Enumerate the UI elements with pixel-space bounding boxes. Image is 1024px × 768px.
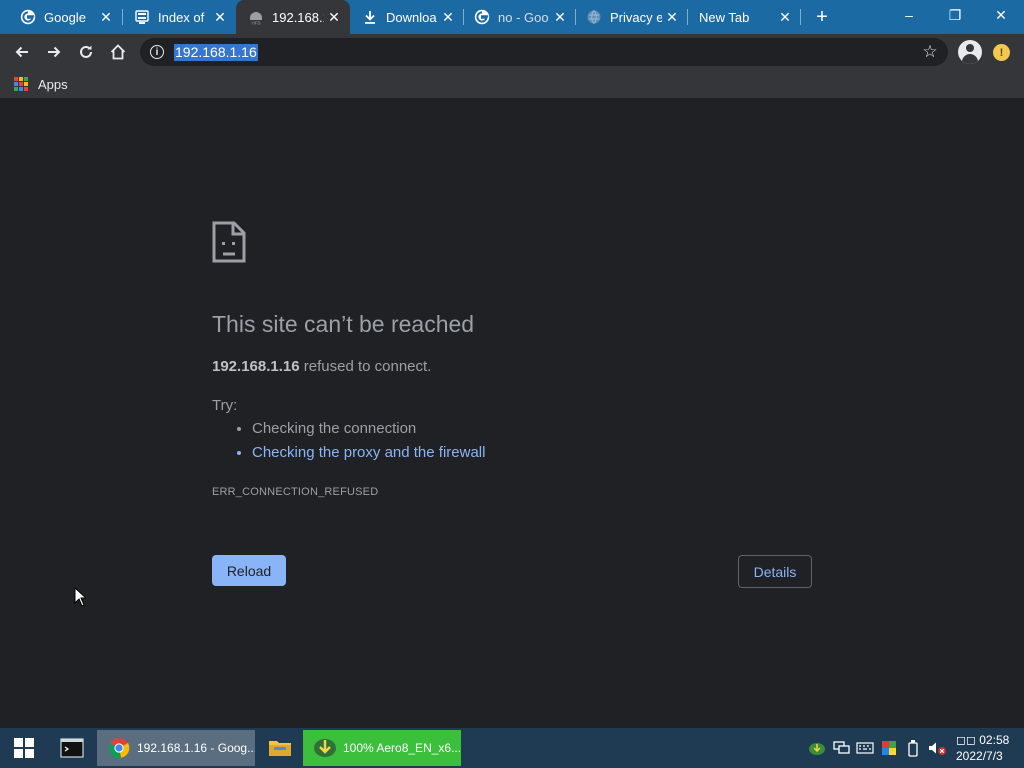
- tab-no-google[interactable]: no - Goo ✕: [454, 0, 576, 34]
- chrome-taskbar-button[interactable]: 192.168.1.16 - Goog...: [97, 730, 255, 766]
- site-info-icon[interactable]: i: [150, 45, 164, 59]
- details-button[interactable]: Details: [738, 555, 812, 588]
- error-summary: 192.168.1.16 refused to connect.: [212, 358, 431, 375]
- terminal-taskbar-button[interactable]: [48, 728, 96, 768]
- tab-title: Google: [44, 9, 86, 25]
- tab-192-168-1-16[interactable]: HFS 192.168.1 ✕: [236, 0, 350, 34]
- taskbar: 192.168.1.16 - Goog... 100% Aero8_EN_x6.…: [0, 728, 1024, 768]
- start-button[interactable]: [0, 728, 48, 768]
- home-button[interactable]: [102, 36, 134, 68]
- tab-close-icon[interactable]: ✕: [775, 7, 795, 27]
- tab-title: Index of: [158, 9, 205, 25]
- network-tray-icon[interactable]: [805, 728, 829, 768]
- tab-privacy[interactable]: Privacy e ✕: [566, 0, 688, 34]
- google-icon: [474, 9, 490, 25]
- reload-page-button[interactable]: [70, 36, 102, 68]
- tab-downloads[interactable]: Downloa ✕: [342, 0, 464, 34]
- tab-index-of[interactable]: Index of ✕: [114, 0, 236, 34]
- suggestions-list: Checking the connection Checking the pro…: [234, 420, 485, 468]
- suggestion-check-proxy-link[interactable]: Checking the proxy and the firewall: [252, 444, 485, 462]
- tab-title: 192.168.1: [272, 9, 324, 25]
- arrow-right-icon: [48, 46, 61, 58]
- address-bar-url[interactable]: 192.168.1.16: [174, 44, 258, 61]
- restore-button[interactable]: ❐: [932, 0, 978, 30]
- idm-download-icon: [313, 736, 337, 760]
- idm-taskbar-button[interactable]: 100% Aero8_EN_x6...: [303, 730, 461, 766]
- color-picker-icon[interactable]: [877, 728, 901, 768]
- home-icon: [110, 44, 126, 60]
- tab-new-tab[interactable]: New Tab ✕: [679, 0, 801, 34]
- error-page: This site can’t be reached 192.168.1.16 …: [0, 98, 1024, 728]
- browser-toolbar: i 192.168.1.16 ☆ !: [0, 34, 1024, 70]
- tab-close-icon[interactable]: ✕: [96, 7, 116, 27]
- google-icon: [20, 9, 36, 25]
- back-button[interactable]: [6, 36, 38, 68]
- refresh-icon: [80, 45, 92, 58]
- tab-strip: Google ✕ Index of ✕ HFS 192.168.1 ✕ Down…: [0, 0, 1024, 34]
- idm-taskbar-label: 100% Aero8_EN_x6...: [343, 741, 461, 755]
- apps-label: Apps: [38, 76, 68, 92]
- tab-google[interactable]: Google ✕: [0, 0, 122, 34]
- error-heading: This site can’t be reached: [212, 311, 475, 337]
- tab-title: Privacy e: [610, 9, 662, 25]
- clock-date: 2022/7/3: [956, 749, 1003, 763]
- download-icon: [362, 9, 378, 25]
- tab-close-icon[interactable]: ✕: [210, 7, 230, 27]
- tab-title: Downloa: [386, 9, 437, 25]
- clock-time: ◻◻ 02:58: [956, 733, 1010, 747]
- chrome-icon: [107, 736, 131, 760]
- error-code: ERR_CONNECTION_REFUSED: [212, 486, 379, 498]
- file-explorer-taskbar-button[interactable]: [256, 728, 304, 768]
- hfs-server-icon: HFS: [248, 9, 264, 25]
- terminal-icon: [60, 738, 84, 758]
- folder-icon: [269, 741, 291, 756]
- try-label: Try:: [212, 397, 238, 414]
- sad-page-icon: [212, 221, 246, 263]
- keyboard-icon[interactable]: [853, 728, 877, 768]
- network-connection-icon[interactable]: [829, 728, 853, 768]
- new-tab-button[interactable]: +: [810, 5, 834, 29]
- minimize-button[interactable]: –: [886, 0, 932, 30]
- bookmarks-bar: Apps: [0, 70, 1024, 98]
- mouse-cursor-icon: [74, 587, 86, 607]
- svg-text:HFS: HFS: [252, 21, 261, 26]
- windows-logo-icon: [14, 738, 34, 758]
- volume-muted-icon[interactable]: [925, 728, 949, 768]
- system-clock[interactable]: ◻◻ 02:58 2022/7/3: [956, 732, 1020, 764]
- arrow-left-icon: [15, 46, 28, 58]
- apps-grid-icon: [14, 77, 28, 91]
- omnibox[interactable]: i 192.168.1.16 ☆: [140, 38, 948, 66]
- forward-button[interactable]: [38, 36, 70, 68]
- tab-separator: [800, 9, 801, 25]
- hfs-server-icon: [134, 9, 150, 25]
- tab-close-icon[interactable]: ✕: [324, 7, 344, 27]
- close-window-button[interactable]: ✕: [978, 0, 1024, 30]
- error-host: 192.168.1.16: [212, 358, 300, 375]
- chrome-taskbar-label: 192.168.1.16 - Goog...: [137, 741, 255, 755]
- globe-icon: [586, 9, 602, 25]
- update-alert-icon[interactable]: !: [993, 44, 1010, 61]
- usb-device-icon[interactable]: [901, 728, 925, 768]
- error-summary-text: refused to connect.: [299, 358, 432, 375]
- reload-button[interactable]: Reload: [212, 555, 286, 586]
- tab-title: New Tab: [699, 9, 750, 25]
- bookmark-star-icon[interactable]: ☆: [920, 42, 940, 62]
- tab-title: no - Goo: [498, 9, 549, 25]
- apps-shortcut[interactable]: Apps: [14, 76, 68, 92]
- profile-avatar-icon[interactable]: [958, 40, 982, 64]
- suggestion-check-connection: Checking the connection: [252, 420, 485, 438]
